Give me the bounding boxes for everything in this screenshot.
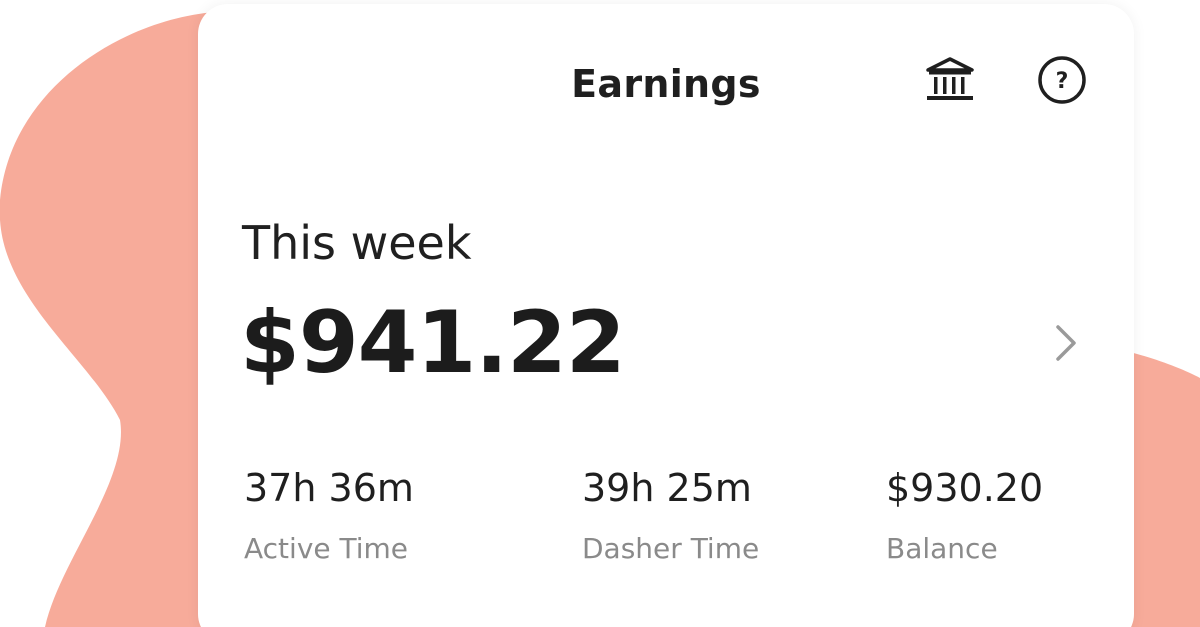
stat-label: Balance: [886, 532, 998, 565]
stat-label: Dasher Time: [582, 532, 760, 565]
help-glyph: ?: [1056, 69, 1069, 94]
stat-label: Active Time: [244, 532, 409, 565]
stat-dasher-time: 39h 25m Dasher Time: [582, 466, 759, 565]
bank-icon: [926, 57, 974, 100]
help-button[interactable]: ?: [1034, 52, 1090, 108]
period-label: This week: [242, 216, 472, 270]
page-title: Earnings: [571, 62, 761, 106]
chevron-right-icon: [1056, 325, 1076, 361]
screen: Earnings ? This week $941.22 37h 36m Act…: [0, 0, 1200, 627]
stat-value: 37h 36m: [244, 466, 414, 510]
weekly-total-amount[interactable]: $941.22: [240, 300, 626, 386]
stat-active-time: 37h 36m Active Time: [244, 466, 414, 565]
earnings-card: Earnings ? This week $941.22 37h 36m Act…: [198, 4, 1134, 627]
bank-button[interactable]: [922, 52, 978, 108]
stat-balance: $930.20 Balance: [886, 466, 1043, 565]
stat-value: 39h 25m: [582, 466, 752, 510]
view-details-button[interactable]: [1044, 318, 1088, 368]
help-icon: ?: [1038, 56, 1086, 104]
stat-value: $930.20: [886, 466, 1044, 510]
